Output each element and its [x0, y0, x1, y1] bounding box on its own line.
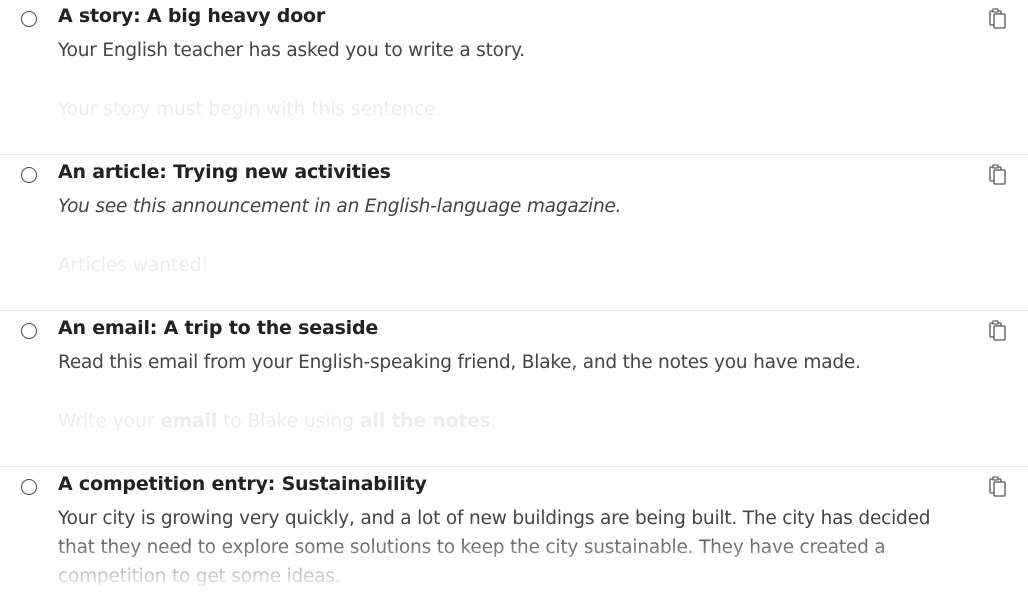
- task-title: An email: A trip to the seaside: [58, 317, 379, 339]
- task-title: A story: A big heavy door: [58, 5, 326, 27]
- copy-icon[interactable]: [988, 475, 1008, 497]
- task-title: A competition entry: Sustainability: [58, 473, 427, 495]
- task-description: You see this announcement in an English-…: [58, 196, 622, 217]
- copy-icon[interactable]: [988, 7, 1008, 29]
- radio-button-story[interactable]: [21, 11, 37, 27]
- task-preview: Write your email to Blake using all the …: [58, 407, 938, 436]
- radio-button-article[interactable]: [21, 167, 37, 183]
- task-description: Your city is growing very quickly, and a…: [58, 508, 931, 587]
- preview-text: Write your: [58, 411, 161, 432]
- task-description: Your English teacher has asked you to wr…: [58, 40, 525, 61]
- preview-text: to Blake using: [217, 411, 360, 432]
- preview-emphasis: all the notes: [359, 411, 491, 432]
- task-item-article[interactable]: An article: Trying new activities You se…: [0, 156, 1028, 311]
- task-title: An article: Trying new activities: [58, 161, 391, 183]
- radio-button-email[interactable]: [21, 323, 37, 339]
- preview-text: .: [490, 411, 497, 432]
- preview-emphasis: email: [160, 411, 218, 432]
- task-preview: Your story must begin with this sentence…: [58, 99, 442, 120]
- radio-button-competition[interactable]: [21, 479, 37, 495]
- task-description: Read this email from your English-speaki…: [58, 352, 861, 373]
- task-preview: Articles wanted!: [58, 255, 209, 276]
- task-item-email[interactable]: An email: A trip to the seaside Read thi…: [0, 312, 1028, 467]
- task-item-competition[interactable]: A competition entry: Sustainability Your…: [0, 468, 1028, 592]
- task-item-story[interactable]: A story: A big heavy door Your English t…: [0, 0, 1028, 155]
- copy-icon[interactable]: [988, 319, 1008, 341]
- copy-icon[interactable]: [988, 163, 1008, 185]
- task-list: A story: A big heavy door Your English t…: [0, 0, 1028, 592]
